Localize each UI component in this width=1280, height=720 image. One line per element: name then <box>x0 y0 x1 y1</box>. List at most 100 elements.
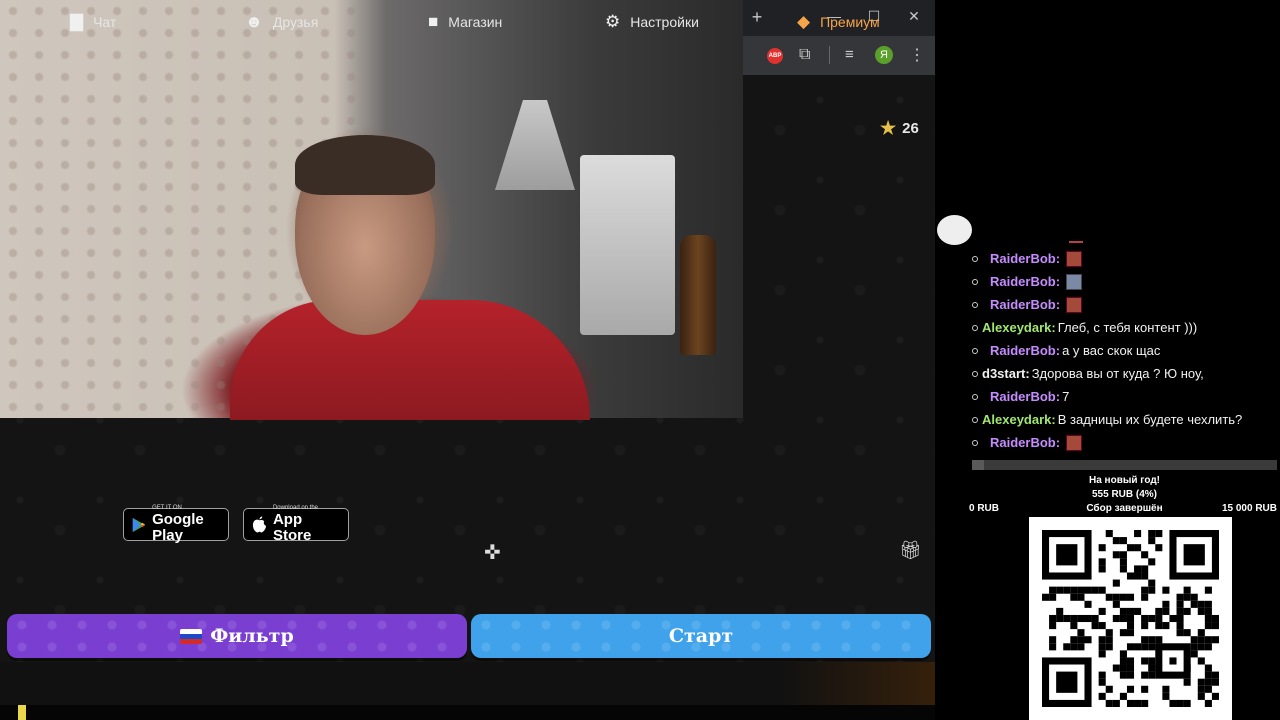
qr-module <box>1155 607 1163 615</box>
qr-module <box>1183 593 1191 601</box>
extensions-icon[interactable]: ⧉ <box>799 46 810 64</box>
chat-bullet <box>972 416 978 423</box>
goal-amount: 555 RUB (4%) <box>1091 489 1158 500</box>
chat-bullet <box>972 255 978 262</box>
qr-module <box>1141 622 1149 630</box>
chat-username[interactable]: RaiderBob: <box>990 435 1060 450</box>
qr-module <box>1204 643 1212 651</box>
qr-module <box>1049 636 1057 644</box>
qr-module <box>1098 643 1106 651</box>
qr-module <box>1126 643 1135 651</box>
qr-module <box>1197 636 1205 644</box>
qr-module <box>1155 614 1163 623</box>
qr-module <box>1063 586 1071 594</box>
premium-highlight <box>780 662 935 705</box>
chat-text: Здорова вы от куда ? Ю ноу, <box>1031 366 1204 381</box>
stars-count: 26 <box>902 120 919 137</box>
qr-module <box>1183 629 1191 637</box>
qr-module <box>1105 530 1113 538</box>
qr-module <box>1176 622 1184 630</box>
chat-bullet <box>972 278 978 285</box>
chat-message: RaiderBob: а у вас скок щас <box>972 339 1280 362</box>
qr-module <box>1204 614 1212 623</box>
qr-module <box>1126 685 1135 693</box>
nav-item-shop[interactable]: ■ Магазин <box>428 12 502 32</box>
chat-username[interactable]: Alexeydark: <box>982 320 1056 335</box>
qr-module <box>1098 565 1106 573</box>
nav-item-premium[interactable]: ◆ Премиум <box>797 12 880 32</box>
chat-bullet <box>972 301 978 308</box>
shopping-bag-icon: ■ <box>428 12 439 31</box>
goal-max: 15 000 RUB <box>1221 503 1277 514</box>
chat-username[interactable]: RaiderBob: <box>990 343 1060 358</box>
gift-icon[interactable]: 🎁︎ <box>899 540 922 561</box>
qr-module <box>1204 636 1212 644</box>
qr-module <box>1077 593 1085 601</box>
chat-username[interactable]: RaiderBob: <box>990 274 1060 289</box>
qr-module <box>1162 600 1170 608</box>
media-control-icon[interactable]: ≡ <box>845 46 854 63</box>
qr-module <box>1112 600 1120 608</box>
filter-button[interactable]: Фильтр <box>7 614 467 658</box>
qr-module <box>1197 629 1205 637</box>
google-play-badge[interactable]: GET IT ON Google Play <box>123 505 229 544</box>
qr-module <box>1183 586 1191 594</box>
chat-bullet <box>972 439 978 446</box>
goal-progress-track <box>972 460 1277 470</box>
qr-module <box>1056 614 1064 623</box>
adblock-icon[interactable]: ABP <box>767 48 783 64</box>
new-tab-button[interactable]: + <box>748 7 766 28</box>
chat-username[interactable]: Alexeydark: <box>982 412 1056 427</box>
stars-counter: ★ 26 <box>880 118 919 139</box>
qr-module <box>1112 614 1120 623</box>
qr-module <box>1141 636 1149 644</box>
qr-module <box>1049 643 1057 651</box>
qr-module <box>1155 544 1163 552</box>
google-badge-big-text: Google Play <box>152 511 204 544</box>
nav-item-friends[interactable]: ☻ Друзья <box>245 12 318 32</box>
chat-bullet <box>972 393 978 400</box>
qr-module <box>1190 636 1198 644</box>
qr-module <box>1126 572 1135 580</box>
satellite-emote-icon <box>1066 273 1083 290</box>
chat-bullet <box>972 347 978 354</box>
qr-module <box>1056 607 1064 615</box>
chat-text: а у вас скок щас <box>1062 343 1161 358</box>
qr-module <box>1070 643 1078 651</box>
chat-text: Глеб, с тебя контент ))) <box>1057 320 1198 335</box>
start-button[interactable]: Старт <box>471 614 931 658</box>
webcam-video <box>0 0 743 420</box>
qr-module <box>1204 622 1212 630</box>
chat-username[interactable]: RaiderBob: <box>990 251 1060 266</box>
qr-module <box>1119 650 1127 658</box>
qr-module <box>1197 607 1205 615</box>
qr-module <box>1211 636 1219 644</box>
video-chat-app: + — ☐ ✕ ABP ⧉ ≡ Я ⋮ ★ 26 GET IT ON Googl… <box>0 0 935 705</box>
close-window-button[interactable]: ✕ <box>907 8 921 25</box>
qr-module <box>1070 622 1078 630</box>
qr-module <box>1084 614 1092 623</box>
star-icon: ★ <box>880 118 897 138</box>
nav-item-chat[interactable]: ▇ Чат <box>70 12 116 32</box>
gamepad-icon[interactable]: ✜ <box>484 540 501 565</box>
qr-module <box>1126 607 1135 615</box>
qr-module <box>1119 593 1127 601</box>
qr-module <box>1148 579 1156 587</box>
qr-module <box>1190 600 1198 608</box>
app-store-badge[interactable]: Download on the App Store <box>243 505 349 544</box>
qr-module <box>1176 593 1184 601</box>
qr-module <box>1091 622 1099 630</box>
chat-username[interactable]: RaiderBob: <box>990 297 1060 312</box>
donation-qr-code[interactable] <box>1029 517 1232 720</box>
qr-module <box>1112 551 1120 559</box>
nav-item-settings[interactable]: ⚙ Настройки <box>605 12 699 32</box>
qr-module <box>1126 544 1135 552</box>
chat-username[interactable]: RaiderBob: <box>990 389 1060 404</box>
qr-module <box>1169 614 1177 623</box>
qr-module <box>1190 593 1198 601</box>
qr-module <box>1119 565 1127 573</box>
profile-avatar[interactable]: Я <box>875 46 893 64</box>
browser-menu-icon[interactable]: ⋮ <box>909 45 925 65</box>
qr-module <box>1105 685 1113 693</box>
chat-username[interactable]: d3start: <box>982 366 1030 381</box>
